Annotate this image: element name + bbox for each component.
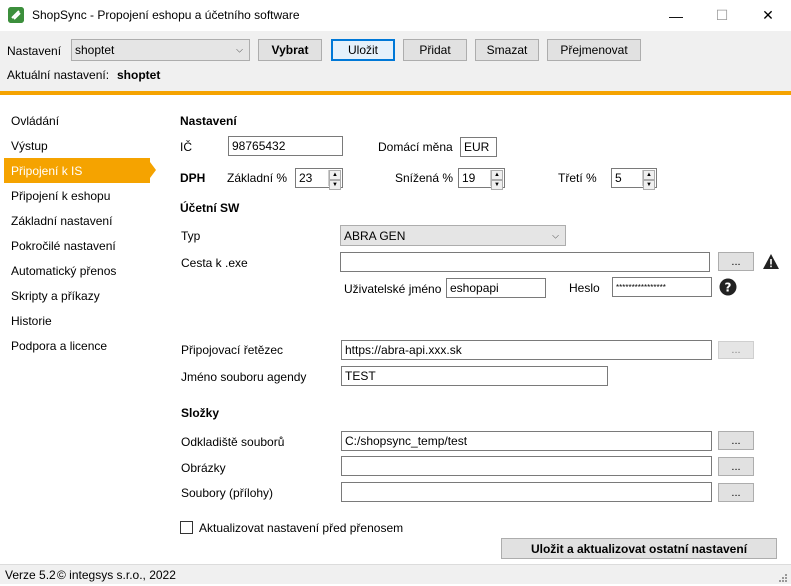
connection-string-input[interactable]: https://abra-api.xxx.sk xyxy=(341,340,712,360)
add-button[interactable]: Přidat xyxy=(403,39,467,61)
password-input[interactable]: **************** xyxy=(612,277,712,297)
minimize-icon[interactable]: — xyxy=(653,0,699,31)
vat-third-stepper[interactable]: 5 ▲ ▼ xyxy=(611,168,657,190)
rename-button[interactable]: Přejmenovat xyxy=(547,39,641,61)
close-icon[interactable]: ✕ xyxy=(745,0,791,31)
version-text: Verze 5.2 xyxy=(5,568,56,582)
currency-input[interactable]: EUR xyxy=(460,137,497,157)
copyright-text: © integsys s.r.o., 2022 xyxy=(57,568,176,582)
save-button[interactable]: Uložit xyxy=(331,39,395,61)
username-label: Uživatelské jméno xyxy=(344,282,442,296)
connection-string-label: Připojovací řetězec xyxy=(181,343,284,357)
current-config-value: shoptet xyxy=(117,68,161,82)
folders-heading: Složky xyxy=(181,406,220,420)
chevron-down-icon: ⌵ xyxy=(552,230,559,240)
select-button[interactable]: Vybrat xyxy=(258,39,322,61)
sidebar-item-skripty[interactable]: Skripty a příkazy xyxy=(4,283,150,308)
sidebar-item-pripojeni-eshop[interactable]: Připojení k eshopu xyxy=(4,183,150,208)
current-config-label: Aktuální nastavení: xyxy=(7,68,110,82)
currency-label: Domácí měna xyxy=(378,140,453,154)
title-bar: ShopSync - Propojení eshopu a účetního s… xyxy=(0,0,791,31)
config-select-value: shoptet xyxy=(75,43,115,57)
svg-text:?: ? xyxy=(725,281,732,295)
sidebar-item-ovladani[interactable]: Ovládání xyxy=(4,108,150,133)
warning-icon xyxy=(762,253,780,271)
stepper-up-icon[interactable]: ▲ xyxy=(329,170,341,180)
active-item-arrow-icon xyxy=(150,162,156,178)
accounting-heading: Účetní SW xyxy=(180,201,240,215)
stepper-up-icon[interactable]: ▲ xyxy=(643,170,655,180)
toolbar: Nastavení shoptet ⌵ Vybrat Uložit Přidat… xyxy=(0,31,791,91)
config-label: Nastavení xyxy=(7,44,62,58)
exe-path-input[interactable] xyxy=(340,252,710,272)
images-browse-button[interactable]: ... xyxy=(718,457,754,476)
exe-path-label: Cesta k .exe xyxy=(181,256,248,270)
chevron-down-icon: ⌵ xyxy=(236,44,243,55)
sidebar-item-historie[interactable]: Historie xyxy=(4,308,150,333)
vat-base-value: 23 xyxy=(299,171,313,185)
vat-base-label: Základní % xyxy=(227,171,288,185)
vat-reduced-stepper[interactable]: 19 ▲ ▼ xyxy=(458,168,505,190)
sidebar-item-podpora[interactable]: Podpora a licence xyxy=(4,333,150,358)
storage-folder-label: Odkladiště souborů xyxy=(181,435,285,449)
agenda-file-label: Jméno souboru agendy xyxy=(181,370,307,384)
username-input[interactable]: eshopapi xyxy=(446,278,546,298)
vat-label: DPH xyxy=(180,171,206,185)
help-icon[interactable]: ? xyxy=(719,278,737,296)
type-label: Typ xyxy=(181,229,201,243)
agenda-file-input[interactable]: TEST xyxy=(341,366,608,386)
vat-reduced-value: 19 xyxy=(462,171,476,185)
stepper-up-icon[interactable]: ▲ xyxy=(491,170,503,180)
app-logo-icon xyxy=(8,7,24,23)
storage-folder-input[interactable]: C:/shopsync_temp/test xyxy=(341,431,712,451)
connection-browse-button[interactable]: ... xyxy=(718,341,754,359)
password-label: Heslo xyxy=(569,281,600,295)
stepper-down-icon[interactable]: ▼ xyxy=(643,180,655,190)
attachments-folder-label: Soubory (přílohy) xyxy=(181,486,274,500)
stepper-down-icon[interactable]: ▼ xyxy=(329,180,341,190)
vat-reduced-label: Snížená % xyxy=(395,171,454,185)
images-folder-label: Obrázky xyxy=(181,461,226,475)
sidebar-item-automaticky-prenos[interactable]: Automatický přenos xyxy=(4,258,150,283)
sidebar-item-pokrocile-nastaveni[interactable]: Pokročilé nastavení xyxy=(4,233,150,258)
sidebar-item-vystup[interactable]: Výstup xyxy=(4,133,150,158)
sidebar: Ovládání Výstup Připojení k IS Připojení… xyxy=(0,95,160,564)
ic-label: IČ xyxy=(180,140,192,154)
attachments-folder-input[interactable] xyxy=(341,482,712,502)
ic-input[interactable]: 98765432 xyxy=(228,136,343,156)
exe-browse-button[interactable]: ... xyxy=(718,252,754,271)
type-select[interactable]: ABRA GEN ⌵ xyxy=(340,225,566,246)
update-settings-checkbox[interactable] xyxy=(180,521,193,534)
delete-button[interactable]: Smazat xyxy=(475,39,539,61)
vat-base-stepper[interactable]: 23 ▲ ▼ xyxy=(295,168,343,190)
sidebar-item-zakladni-nastaveni[interactable]: Základní nastavení xyxy=(4,208,150,233)
sidebar-item-pripojeni-is[interactable]: Připojení k IS xyxy=(4,158,150,183)
maximize-icon[interactable]: ☐ xyxy=(699,0,745,31)
config-select[interactable]: shoptet ⌵ xyxy=(71,39,250,61)
stepper-down-icon[interactable]: ▼ xyxy=(491,180,503,190)
storage-browse-button[interactable]: ... xyxy=(718,431,754,450)
update-settings-label: Aktualizovat nastavení před přenosem xyxy=(199,521,404,535)
settings-heading: Nastavení xyxy=(180,114,237,128)
window-title: ShopSync - Propojení eshopu a účetního s… xyxy=(32,8,300,22)
vat-third-value: 5 xyxy=(615,171,622,185)
save-and-update-button[interactable]: Uložit a aktualizovat ostatní nastavení xyxy=(501,538,777,559)
status-bar: Verze 5.2 © integsys s.r.o., 2022 xyxy=(0,564,791,584)
type-select-value: ABRA GEN xyxy=(344,228,406,243)
vat-third-label: Třetí % xyxy=(558,171,597,185)
images-folder-input[interactable] xyxy=(341,456,712,476)
resize-grip-icon[interactable] xyxy=(778,572,788,582)
attachments-browse-button[interactable]: ... xyxy=(718,483,754,502)
